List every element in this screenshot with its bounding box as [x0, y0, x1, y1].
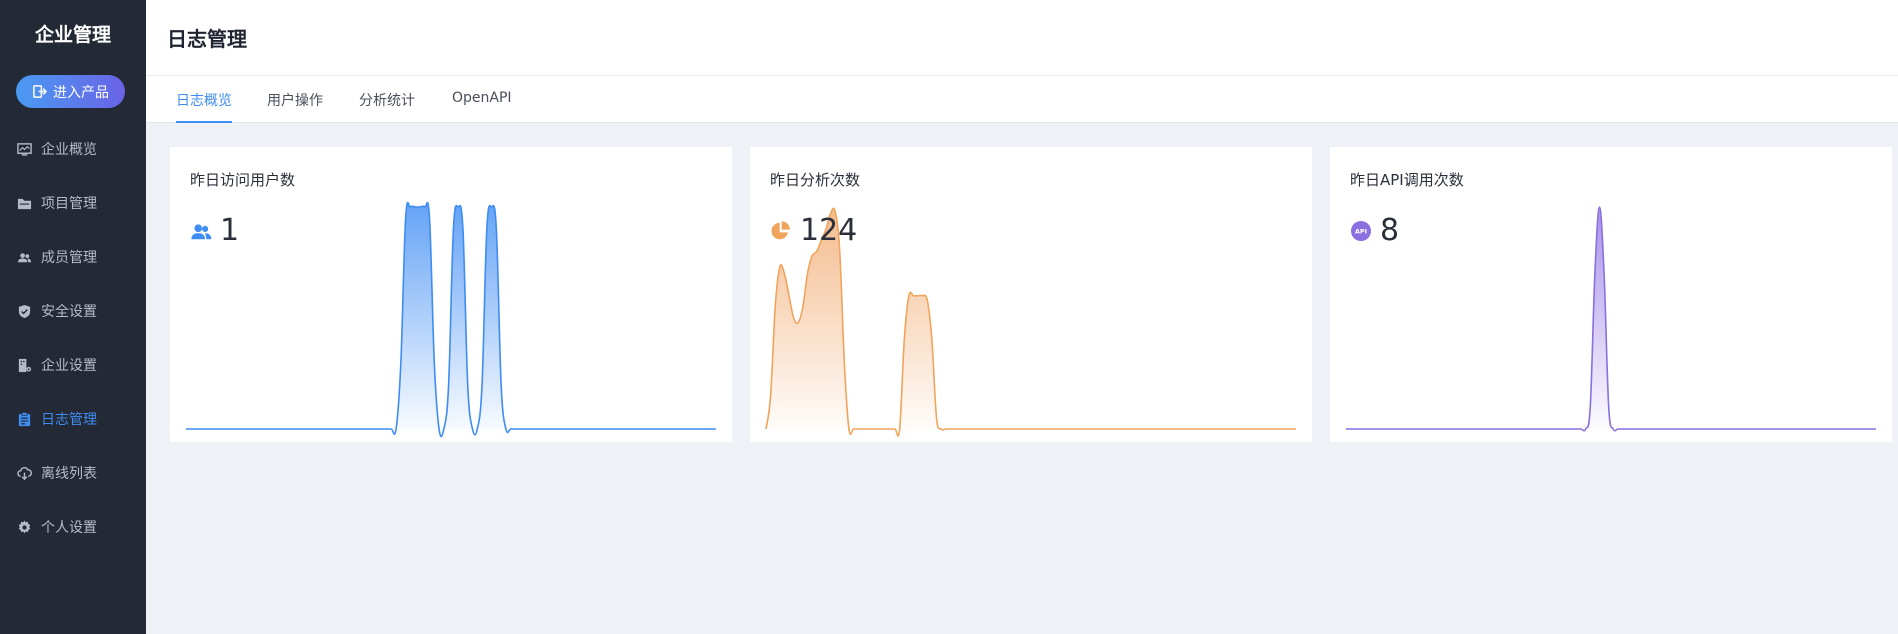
- tab-log-overview[interactable]: 日志概览: [176, 90, 232, 123]
- sidebar-item-members[interactable]: 成员管理: [0, 230, 146, 284]
- sidebar-item-label: 安全设置: [41, 304, 97, 320]
- clipboard-icon: [17, 411, 32, 427]
- sidebar-nav: 企业概览 项目管理 成员管理 安全设置 企业设置 日志管理 离线列表 个人设置: [0, 122, 146, 554]
- sidebar: 企业管理 进入产品 企业概览 项目管理 成员管理 安全设置 企业设置 日志管理: [0, 0, 146, 634]
- sidebar-item-offline-list[interactable]: 离线列表: [0, 446, 146, 500]
- sidebar-item-label: 企业概览: [41, 142, 97, 158]
- stat-value: 8: [1380, 213, 1400, 248]
- tab-analysis-statistics[interactable]: 分析统计: [359, 90, 415, 123]
- svg-text:API: API: [1355, 227, 1367, 235]
- stat-row: API 8: [1350, 213, 1399, 248]
- shield-icon: [17, 304, 32, 319]
- tab-openapi[interactable]: OpenAPI: [452, 90, 512, 123]
- page-title: 日志管理: [167, 27, 247, 51]
- analyses-area-chart: [765, 207, 1296, 437]
- stat-value: 1: [220, 213, 240, 248]
- sidebar-item-overview[interactable]: 企业概览: [0, 122, 146, 176]
- api-calls-area-chart: [1345, 206, 1876, 432]
- visitors-area-chart: [185, 202, 716, 438]
- sidebar-item-projects[interactable]: 项目管理: [0, 176, 146, 230]
- enter-icon: [33, 85, 47, 98]
- sidebar-item-label: 日志管理: [41, 412, 97, 428]
- sidebar-item-label: 项目管理: [41, 196, 97, 212]
- users-icon: [17, 250, 32, 265]
- enter-product-button[interactable]: 进入产品: [16, 75, 125, 108]
- stat-row: 124: [770, 213, 857, 248]
- brand-title: 企业管理: [34, 24, 111, 46]
- card-title: 昨日访问用户数: [190, 171, 296, 189]
- sidebar-item-personal-settings[interactable]: 个人设置: [0, 500, 146, 554]
- api-icon: API: [1350, 220, 1372, 242]
- sidebar-item-security[interactable]: 安全设置: [0, 284, 146, 338]
- stat-card-api-calls: 昨日API调用次数 API 8: [1330, 147, 1892, 442]
- sidebar-item-enterprise-settings[interactable]: 企业设置: [0, 338, 146, 392]
- tab-bar: 日志概览 用户操作 分析统计 OpenAPI: [146, 76, 1898, 123]
- sidebar-item-label: 个人设置: [41, 520, 97, 536]
- pie-chart-icon: [770, 220, 792, 242]
- monitor-icon: [17, 142, 32, 157]
- cloud-download-icon: [17, 466, 32, 481]
- sidebar-item-label: 离线列表: [41, 466, 97, 482]
- users-icon: [190, 220, 212, 242]
- tab-user-operations[interactable]: 用户操作: [267, 90, 323, 123]
- stat-value: 124: [800, 213, 858, 248]
- sidebar-item-label: 成员管理: [41, 250, 97, 266]
- stat-card-analyses: 昨日分析次数 124: [750, 147, 1312, 442]
- sidebar-item-label: 企业设置: [41, 358, 97, 374]
- enter-product-label: 进入产品: [53, 84, 109, 101]
- building-settings-icon: [17, 358, 32, 373]
- folder-icon: [17, 196, 32, 211]
- chart-area-fill: [1346, 207, 1876, 431]
- card-title: 昨日分析次数: [770, 171, 861, 189]
- sidebar-item-logs[interactable]: 日志管理: [0, 392, 146, 446]
- chart-series-line: [1345, 206, 1876, 432]
- card-title: 昨日API调用次数: [1350, 171, 1464, 189]
- stat-card-visitors: 昨日访问用户数 1: [170, 147, 732, 442]
- gear-icon: [17, 519, 32, 535]
- stat-row: 1: [190, 213, 239, 248]
- page-header: 日志管理: [146, 0, 1898, 76]
